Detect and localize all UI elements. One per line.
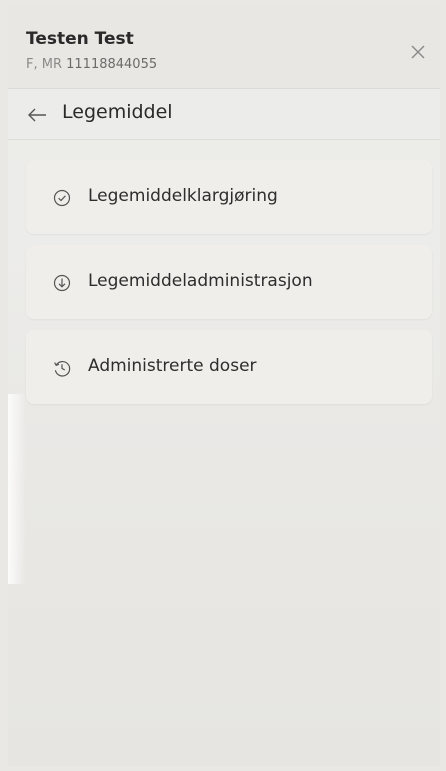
arrow-down-circle-icon bbox=[53, 274, 71, 292]
patient-header: Testen Test F, MR 11118844055 bbox=[8, 4, 440, 89]
app-screen: Testen Test F, MR 11118844055 Legemiddel… bbox=[8, 4, 440, 766]
patient-id-prefix: F, MR bbox=[26, 57, 62, 72]
close-icon bbox=[411, 45, 425, 59]
menu-item-label: Administrerte doser bbox=[88, 356, 257, 376]
menu-item-label: Legemiddeladministrasjon bbox=[88, 271, 313, 291]
section-title: Legemiddel bbox=[62, 101, 173, 123]
menu-item-administrerte-doser[interactable]: Administrerte doser bbox=[26, 330, 432, 404]
check-circle-icon bbox=[53, 189, 71, 207]
arrow-left-icon bbox=[28, 108, 46, 122]
close-button[interactable] bbox=[408, 42, 428, 62]
patient-name: Testen Test bbox=[26, 29, 134, 49]
patient-id: F, MR 11118844055 bbox=[26, 57, 157, 72]
section-header: Legemiddel bbox=[8, 89, 440, 140]
back-button[interactable] bbox=[26, 105, 52, 125]
menu-item-legemiddelklargjoring[interactable]: Legemiddelklargjøring bbox=[26, 160, 432, 234]
patient-id-number: 11118844055 bbox=[66, 57, 158, 72]
screen-glare bbox=[8, 394, 26, 584]
menu-item-legemiddeladministrasjon[interactable]: Legemiddeladministrasjon bbox=[26, 245, 432, 319]
menu-item-label: Legemiddelklargjøring bbox=[88, 186, 278, 206]
history-icon bbox=[54, 361, 71, 377]
